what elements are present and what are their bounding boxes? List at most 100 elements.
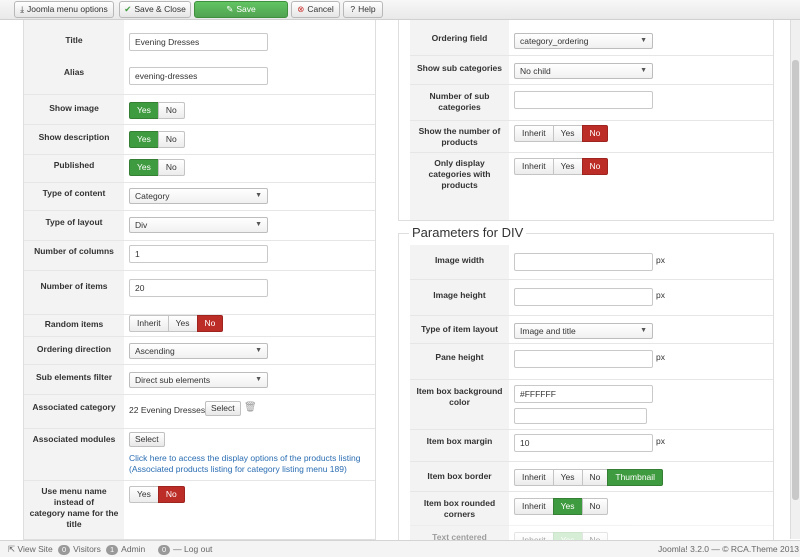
- type-of-content-select[interactable]: Category ▼: [129, 188, 268, 204]
- use-menu-name-label: Use menu name instead of category name f…: [29, 486, 119, 529]
- published-toggle: Yes No: [129, 159, 185, 176]
- menu-options-button[interactable]: ⤓ Joomla menu options: [14, 1, 114, 18]
- published-yes[interactable]: Yes: [129, 159, 159, 176]
- row-use-menu-name: Use menu name instead of category name f…: [24, 480, 375, 540]
- row-type-of-item-layout: Type of item layout Image and title ▼: [410, 315, 773, 343]
- item-box-margin-input[interactable]: [514, 434, 653, 452]
- random-items-no[interactable]: No: [196, 315, 224, 332]
- minus-icon: —: [173, 544, 185, 554]
- help-button[interactable]: ? Help: [343, 1, 383, 18]
- show-number-no[interactable]: No: [581, 125, 609, 142]
- row-type-of-content: Type of content Category ▼: [24, 182, 375, 210]
- cancel-button[interactable]: ⊗ Cancel: [291, 1, 340, 18]
- row-type-of-layout: Type of layout Div ▼: [24, 210, 375, 240]
- products-listing-link[interactable]: Click here to access the display options…: [129, 453, 361, 475]
- show-number-of-products-toggle: Inherit Yes No: [514, 125, 609, 142]
- sub-elements-filter-label: Sub elements filter: [35, 372, 113, 382]
- item-box-rounded-inherit[interactable]: Inherit: [514, 498, 554, 515]
- associated-category-select-button[interactable]: Select: [205, 401, 241, 416]
- alias-input[interactable]: [129, 67, 268, 85]
- only-display-no[interactable]: No: [581, 158, 609, 175]
- image-width-input[interactable]: [514, 253, 653, 271]
- chevron-down-icon: ▼: [640, 327, 647, 334]
- published-no[interactable]: No: [157, 159, 185, 176]
- item-box-bg-color-picker[interactable]: [514, 408, 647, 424]
- item-box-margin-label: Item box margin: [426, 436, 493, 446]
- row-show-number-of-products: Show the number of products Inherit Yes …: [410, 120, 773, 152]
- row-item-box-border: Item box border Inherit Yes No Thumbnail: [410, 461, 773, 491]
- only-display-inherit[interactable]: Inherit: [514, 158, 554, 175]
- random-items-inherit[interactable]: Inherit: [129, 315, 169, 332]
- only-display-yes[interactable]: Yes: [552, 158, 583, 175]
- row-number-of-columns: Number of columns: [24, 240, 375, 270]
- div-parameters-legend: Parameters for DIV: [409, 225, 527, 240]
- use-menu-name-no[interactable]: No: [157, 486, 185, 503]
- number-of-columns-label: Number of columns: [34, 246, 114, 256]
- title-label: Title: [65, 35, 83, 45]
- title-input[interactable]: [129, 33, 268, 51]
- image-height-input[interactable]: [514, 288, 653, 306]
- type-of-layout-label: Type of layout: [45, 217, 103, 227]
- item-box-rounded-yes[interactable]: Yes: [552, 498, 583, 515]
- show-image-yes[interactable]: Yes: [129, 102, 159, 119]
- show-image-toggle: Yes No: [129, 102, 185, 119]
- show-description-yes[interactable]: Yes: [129, 131, 159, 148]
- view-site-link[interactable]: ⇱ View Site: [8, 544, 53, 555]
- type-of-item-layout-label: Type of item layout: [421, 324, 498, 334]
- item-box-rounded-no[interactable]: No: [581, 498, 609, 515]
- associated-category-value: 22 Evening Dresses: [129, 405, 206, 415]
- number-of-items-label: Number of items: [40, 281, 108, 291]
- toolbar: ⤓ Joomla menu options ✔ Save & Close ✎ Save…: [0, 0, 800, 20]
- image-width-unit: px: [656, 255, 665, 265]
- image-height-unit: px: [656, 290, 665, 300]
- item-box-border-thumbnail[interactable]: Thumbnail: [607, 469, 664, 486]
- ordering-direction-label: Ordering direction: [36, 344, 112, 354]
- logout-badge: 0: [158, 545, 171, 555]
- number-of-sub-categories-input[interactable]: [514, 91, 653, 109]
- item-box-bg-color-input[interactable]: [514, 385, 653, 403]
- type-of-item-layout-select[interactable]: Image and title ▼: [514, 323, 653, 339]
- scrollbar-thumb[interactable]: [792, 60, 799, 500]
- use-menu-name-yes[interactable]: Yes: [129, 486, 159, 503]
- show-number-inherit[interactable]: Inherit: [514, 125, 554, 142]
- random-items-yes[interactable]: Yes: [167, 315, 198, 332]
- row-title: Title: [24, 28, 375, 58]
- row-only-display: Only display categories with products In…: [410, 152, 773, 198]
- show-sub-categories-select[interactable]: No child ▼: [514, 63, 653, 79]
- trash-icon[interactable]: 🗑: [244, 402, 257, 413]
- sub-elements-filter-select[interactable]: Direct sub elements ▼: [129, 372, 268, 388]
- show-image-no[interactable]: No: [157, 102, 185, 119]
- show-image-label: Show image: [49, 103, 99, 113]
- number-of-columns-input[interactable]: [129, 245, 268, 263]
- only-display-toggle: Inherit Yes No: [514, 158, 609, 175]
- associated-modules-label: Associated modules: [32, 434, 116, 444]
- chevron-down-icon: ▼: [255, 347, 262, 354]
- row-item-box-margin: Item box margin px: [410, 429, 773, 461]
- pane-height-input[interactable]: [514, 350, 653, 368]
- item-box-border-no[interactable]: No: [581, 469, 609, 486]
- number-of-items-input[interactable]: [129, 279, 268, 297]
- row-associated-modules: Associated modules Select Click here to …: [24, 428, 375, 480]
- row-show-description: Show description Yes No: [24, 124, 375, 154]
- row-published: Published Yes No: [24, 154, 375, 182]
- row-show-image: Show image Yes No: [24, 94, 375, 124]
- save-button[interactable]: ✎ Save: [194, 1, 288, 18]
- visitors-badge: 0: [58, 545, 71, 555]
- item-box-border-inherit[interactable]: Inherit: [514, 469, 554, 486]
- associated-modules-select-button[interactable]: Select: [129, 432, 165, 447]
- item-box-border-yes[interactable]: Yes: [552, 469, 583, 486]
- show-number-yes[interactable]: Yes: [552, 125, 583, 142]
- item-box-border-label: Item box border: [427, 471, 492, 481]
- row-number-of-items: Number of items: [24, 270, 375, 314]
- page-scrollbar[interactable]: [790, 20, 800, 539]
- ordering-direction-select[interactable]: Ascending ▼: [129, 343, 268, 359]
- ordering-field-select[interactable]: category_ordering ▼: [514, 33, 653, 49]
- use-menu-name-toggle: Yes No: [129, 486, 185, 503]
- show-description-no[interactable]: No: [157, 131, 185, 148]
- type-of-layout-select[interactable]: Div ▼: [129, 217, 268, 233]
- image-width-label: Image width: [434, 255, 485, 265]
- save-close-button[interactable]: ✔ Save & Close: [119, 1, 191, 18]
- row-image-height: Image height px: [410, 279, 773, 315]
- logout-link[interactable]: 0— Log out: [158, 544, 212, 555]
- alias-label: Alias: [63, 67, 85, 77]
